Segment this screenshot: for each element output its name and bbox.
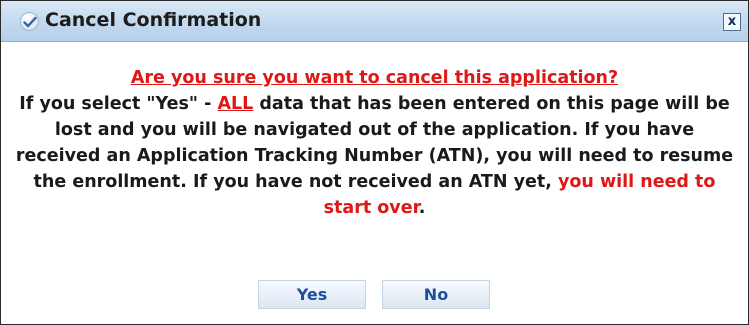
confirmation-message: Are you sure you want to cancel this app… [13,65,736,221]
close-icon: x [727,14,737,29]
all-emphasis: ALL [217,94,254,114]
no-button[interactable]: No [382,280,490,309]
dialog-titlebar: Cancel Confirmation x [1,1,748,42]
cancel-confirmation-dialog: Cancel Confirmation x Are you sure you w… [0,0,749,325]
checkmark-icon [20,12,39,31]
confirmation-question: Are you sure you want to cancel this app… [130,68,619,88]
close-button[interactable]: x [723,13,741,31]
yes-button[interactable]: Yes [258,280,366,309]
confirmation-details: If you select "Yes" - ALL data that has … [13,91,736,221]
details-text-1: If you select "Yes" - [19,94,218,114]
details-end: . [418,198,426,218]
dialog-title: Cancel Confirmation [45,9,262,31]
